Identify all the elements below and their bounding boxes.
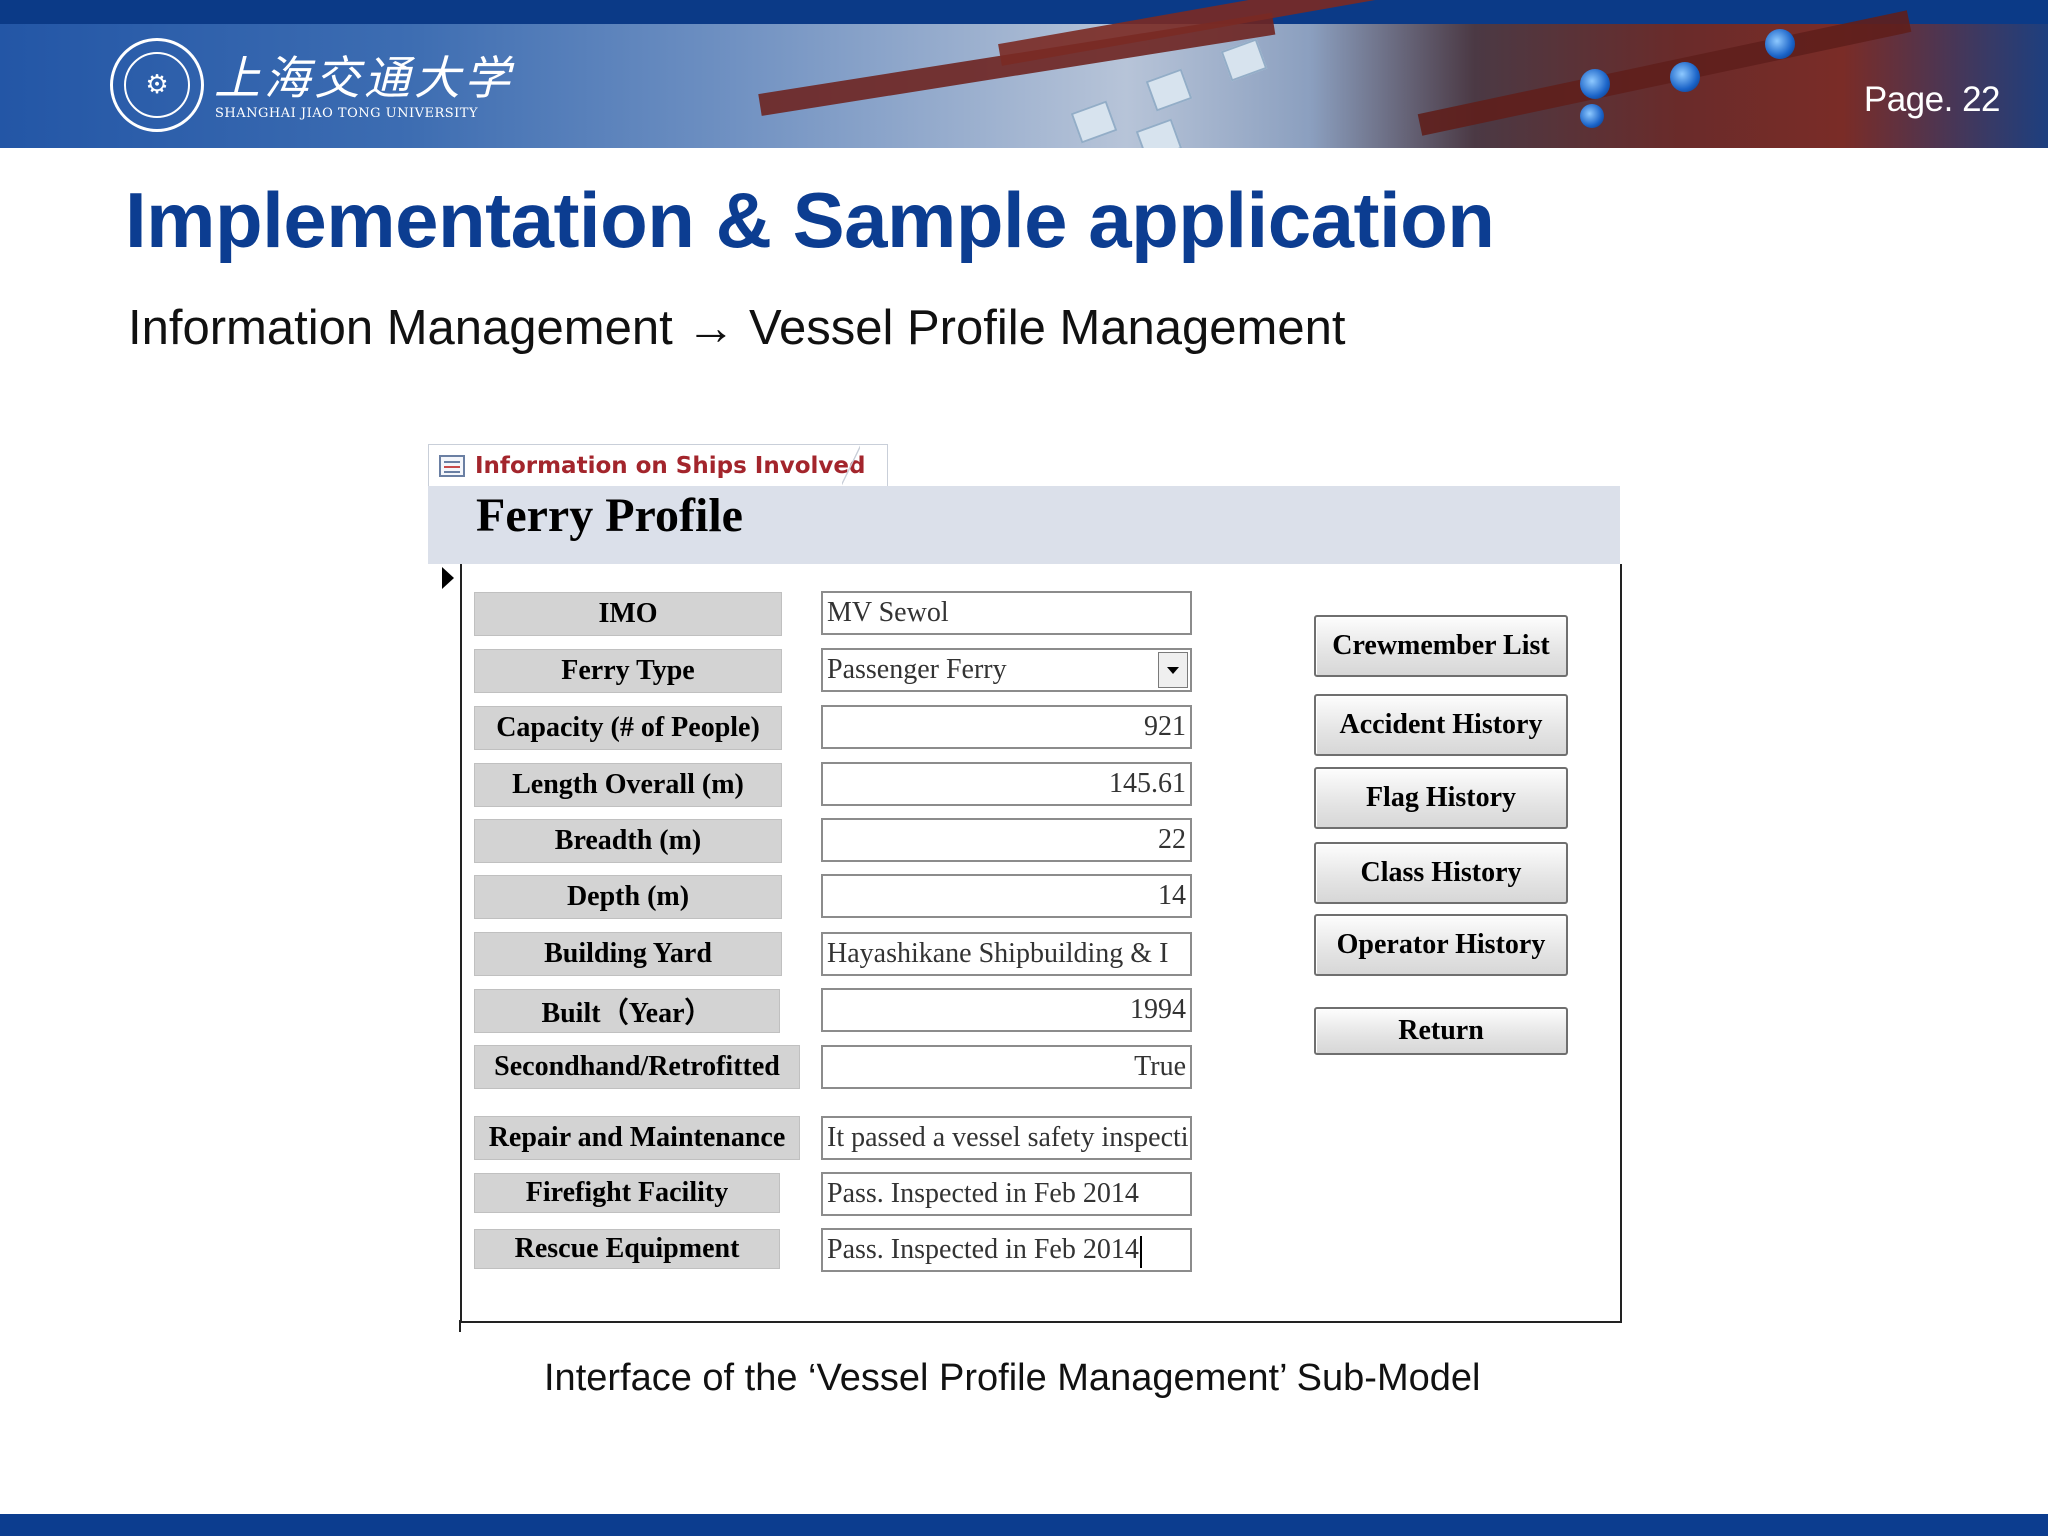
banner-tile [1070, 100, 1118, 144]
record-selector-arrow-icon[interactable] [442, 567, 454, 589]
label-length-overall: Length Overall (m) [474, 763, 782, 807]
ferry-type-value: Passenger Ferry [827, 654, 1007, 685]
banner-lamp [1765, 29, 1795, 59]
form-tab-label: Information on Ships Involved [475, 453, 866, 479]
depth-field[interactable]: 14 [821, 874, 1192, 918]
label-building-yard: Building Yard [474, 932, 782, 976]
label-secondhand-retrofitted: Secondhand/Retrofitted [474, 1045, 800, 1089]
form-tab[interactable]: Information on Ships Involved [428, 444, 889, 487]
form-title: Ferry Profile [476, 489, 743, 542]
form-tab-edge [842, 444, 860, 486]
building-yard-field[interactable]: Hayashikane Shipbuilding & I [821, 932, 1192, 976]
firefight-facility-field[interactable]: Pass. Inspected in Feb 2014 [821, 1172, 1192, 1216]
form-icon [439, 455, 465, 477]
university-name-cn: 上海交通大学 [214, 51, 514, 105]
banner-lamp [1580, 69, 1610, 99]
return-button[interactable]: Return [1314, 1007, 1568, 1055]
label-firefight-facility: Firefight Facility [474, 1173, 780, 1213]
ferry-type-select[interactable]: Passenger Ferry [821, 648, 1192, 692]
secondhand-retrofitted-field[interactable]: True [821, 1045, 1192, 1089]
rescue-equipment-value: Pass. Inspected in Feb 2014 [827, 1234, 1139, 1265]
banner-tile [1135, 118, 1183, 148]
chevron-down-icon[interactable] [1158, 652, 1188, 688]
label-built-year: Built（Year） [474, 989, 780, 1033]
banner-top-stripe [0, 0, 2048, 24]
university-name-en: SHANGHAI JIAO TONG UNIVERSITY [215, 106, 479, 121]
figure-caption: Interface of the ‘Vessel Profile Managem… [544, 1357, 1481, 1399]
built-year-field[interactable]: 1994 [821, 988, 1192, 1032]
class-history-button[interactable]: Class History [1314, 842, 1568, 904]
form-corner-tick [459, 1320, 461, 1332]
repair-maintenance-field[interactable]: It passed a vessel safety inspecti [821, 1116, 1192, 1160]
label-breadth: Breadth (m) [474, 819, 782, 863]
operator-history-button[interactable]: Operator History [1314, 914, 1568, 976]
label-repair-maintenance: Repair and Maintenance [474, 1116, 800, 1160]
label-rescue-equipment: Rescue Equipment [474, 1229, 780, 1269]
crewmember-list-button[interactable]: Crewmember List [1314, 615, 1568, 677]
university-seal-icon: ⚙ [110, 38, 204, 132]
length-overall-field[interactable]: 145.61 [821, 762, 1192, 806]
banner-lamp [1670, 62, 1700, 92]
banner-beam [1417, 10, 1912, 136]
slide-title: Implementation & Sample application [125, 176, 1495, 264]
label-capacity: Capacity (# of People) [474, 706, 782, 750]
header-banner: ⚙ 上海交通大学 SHANGHAI JIAO TONG UNIVERSITY P… [0, 0, 2048, 148]
banner-tile [1145, 68, 1193, 112]
text-cursor [1139, 1235, 1142, 1268]
accident-history-button[interactable]: Accident History [1314, 694, 1568, 756]
rescue-equipment-field[interactable]: Pass. Inspected in Feb 2014 [821, 1228, 1192, 1272]
label-depth: Depth (m) [474, 875, 782, 919]
label-ferry-type: Ferry Type [474, 649, 782, 693]
capacity-field[interactable]: 921 [821, 705, 1192, 749]
breadth-field[interactable]: 22 [821, 818, 1192, 862]
banner-tile [1220, 38, 1268, 82]
banner-lamp [1580, 104, 1604, 128]
slide-subtitle: Information Management → Vessel Profile … [128, 301, 1346, 355]
footer-bar [0, 1514, 2048, 1536]
imo-field[interactable]: MV Sewol [821, 591, 1192, 635]
flag-history-button[interactable]: Flag History [1314, 767, 1568, 829]
page-number: Page. 22 [1863, 80, 2001, 119]
label-imo: IMO [474, 592, 782, 636]
